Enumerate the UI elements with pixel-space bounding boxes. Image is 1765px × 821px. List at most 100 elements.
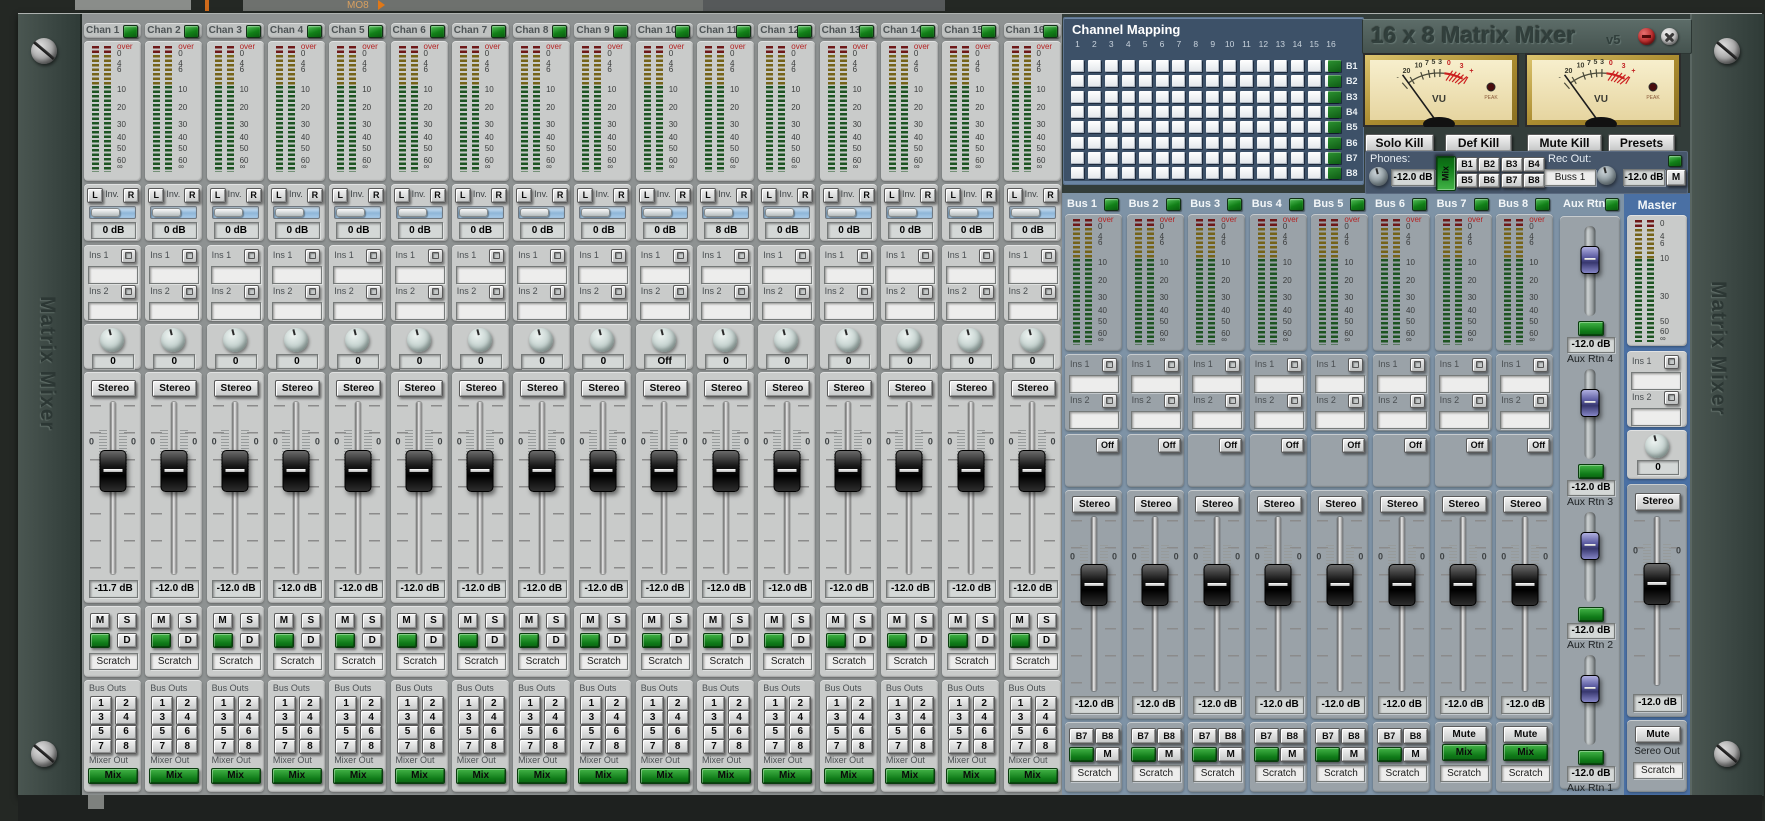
right-button[interactable]: R	[184, 188, 201, 203]
fader[interactable]: 00	[702, 402, 749, 574]
bus-on-button[interactable]	[1315, 747, 1341, 762]
ins1-field[interactable]	[701, 266, 751, 284]
right-button[interactable]: R	[368, 188, 385, 203]
phones-bus-6-button[interactable]: B6	[1478, 173, 1501, 188]
channel-on-button[interactable]	[212, 633, 233, 648]
bus-mix-button[interactable]: Mix	[1441, 744, 1487, 761]
bus-out-1-button[interactable]: 1	[948, 696, 971, 711]
rotary-knob[interactable]	[651, 328, 676, 352]
bus-out-1-button[interactable]: 1	[1009, 696, 1032, 711]
bus-out-7-button[interactable]: 7	[1009, 739, 1032, 755]
matrix-cell[interactable]	[1087, 136, 1101, 149]
right-button[interactable]: R	[613, 188, 630, 203]
bus-out-3-button[interactable]: 3	[519, 710, 542, 726]
matrix-cell[interactable]	[1104, 90, 1118, 103]
matrix-cell[interactable]	[1290, 90, 1304, 103]
bus-out-3-button[interactable]: 3	[825, 710, 848, 726]
matrix-bus-led[interactable]	[1328, 136, 1341, 149]
bus-out-2-button[interactable]: 2	[176, 696, 199, 711]
ins1-checkbox[interactable]	[1286, 358, 1302, 372]
bus-out-6-button[interactable]: 6	[1034, 724, 1057, 740]
ins1-checkbox[interactable]	[304, 249, 320, 263]
bus-out-6-button[interactable]: 6	[115, 724, 137, 740]
left-button[interactable]: L	[516, 188, 533, 203]
pan-slider[interactable]	[824, 206, 872, 219]
matrix-cell[interactable]	[1223, 121, 1237, 134]
ins2-field[interactable]	[1069, 411, 1119, 429]
bus-out-8-button[interactable]: 8	[544, 739, 567, 755]
bus-mix-button[interactable]: Mix	[1503, 744, 1549, 761]
fader-handle[interactable]	[712, 449, 739, 492]
presets-button[interactable]: Presets	[1608, 134, 1675, 152]
bus-mono-button[interactable]: M	[1341, 747, 1367, 762]
mute-button[interactable]: M	[948, 613, 969, 629]
matrix-cell[interactable]	[1172, 167, 1186, 180]
phones-bus-5-button[interactable]: B5	[1456, 173, 1478, 188]
ins1-checkbox[interactable]	[611, 249, 627, 263]
left-button[interactable]: L	[148, 188, 165, 203]
bus-out-1-button[interactable]: 1	[886, 696, 909, 711]
bus-out-7-button[interactable]: 7	[519, 739, 542, 755]
ins2-checkbox[interactable]	[856, 285, 872, 299]
mix-out-button[interactable]: Mix	[333, 768, 384, 784]
matrix-cell[interactable]	[1290, 75, 1304, 88]
matrix-cell[interactable]	[1155, 151, 1169, 164]
right-button[interactable]: R	[674, 188, 691, 203]
fader[interactable]	[1577, 655, 1603, 745]
left-button[interactable]: L	[270, 188, 287, 203]
fader[interactable]: 00	[273, 402, 320, 574]
aux-on-button[interactable]	[1578, 464, 1604, 479]
ins2-checkbox[interactable]	[734, 285, 749, 299]
fader-handle[interactable]	[589, 449, 617, 492]
direct-button[interactable]: D	[913, 633, 934, 648]
bus-on-button[interactable]	[1130, 747, 1156, 762]
scratch-field[interactable]: Scratch	[272, 653, 322, 670]
right-button[interactable]: R	[981, 188, 998, 203]
matrix-cell[interactable]	[1273, 121, 1287, 134]
ins1-field[interactable]	[1130, 375, 1181, 393]
fader[interactable]: 00	[1378, 517, 1425, 691]
bus-out-8-button[interactable]: 8	[115, 739, 137, 755]
ins1-field[interactable]	[271, 266, 322, 284]
channel-led-button[interactable]	[490, 25, 506, 38]
stereo-button[interactable]: Stereo	[1318, 496, 1364, 513]
route-b8-button[interactable]: B8	[1341, 728, 1367, 744]
matrix-cell[interactable]	[1223, 167, 1237, 180]
bus-out-5-button[interactable]: 5	[580, 724, 603, 740]
matrix-cell[interactable]	[1071, 167, 1084, 180]
bus-out-8-button[interactable]: 8	[176, 739, 199, 755]
rotary-knob[interactable]	[958, 328, 983, 352]
ins2-checkbox[interactable]	[366, 285, 382, 299]
left-button[interactable]: L	[761, 188, 778, 203]
mute-button[interactable]: M	[764, 613, 785, 629]
mix-out-button[interactable]: Mix	[210, 768, 261, 784]
pan-slider[interactable]	[150, 206, 198, 219]
channel-led-button[interactable]	[919, 25, 935, 38]
ins2-field[interactable]	[88, 302, 138, 320]
ins2-field[interactable]	[762, 302, 813, 320]
ins1-checkbox[interactable]	[856, 249, 872, 263]
mix-out-button[interactable]: Mix	[394, 768, 445, 784]
fader-handle[interactable]	[1580, 246, 1600, 275]
ins1-checkbox[interactable]	[182, 249, 198, 263]
fader-handle[interactable]	[1141, 563, 1169, 606]
matrix-cell[interactable]	[1240, 105, 1253, 118]
direct-button[interactable]: D	[484, 633, 505, 648]
channel-led-button[interactable]	[429, 25, 445, 38]
ins1-field[interactable]	[455, 266, 506, 284]
phones-mix-button[interactable]: Mix	[1436, 156, 1456, 191]
bus-out-1-button[interactable]: 1	[825, 696, 848, 711]
fader-handle[interactable]	[160, 449, 188, 492]
bus-out-8-button[interactable]: 8	[237, 739, 260, 755]
bus-out-1-button[interactable]: 1	[764, 696, 787, 711]
left-button[interactable]: L	[822, 188, 839, 203]
mix-out-button[interactable]: Mix	[517, 768, 568, 784]
matrix-cell[interactable]	[1071, 121, 1084, 134]
matrix-cell[interactable]	[1223, 105, 1237, 118]
matrix-cell[interactable]	[1087, 75, 1101, 88]
bus-out-3-button[interactable]: 3	[703, 710, 725, 726]
fader[interactable]: 00	[150, 402, 197, 574]
ins2-field[interactable]	[149, 302, 200, 320]
def-kill-button[interactable]: Def Kill	[1445, 134, 1512, 152]
matrix-cell[interactable]	[1240, 167, 1253, 180]
